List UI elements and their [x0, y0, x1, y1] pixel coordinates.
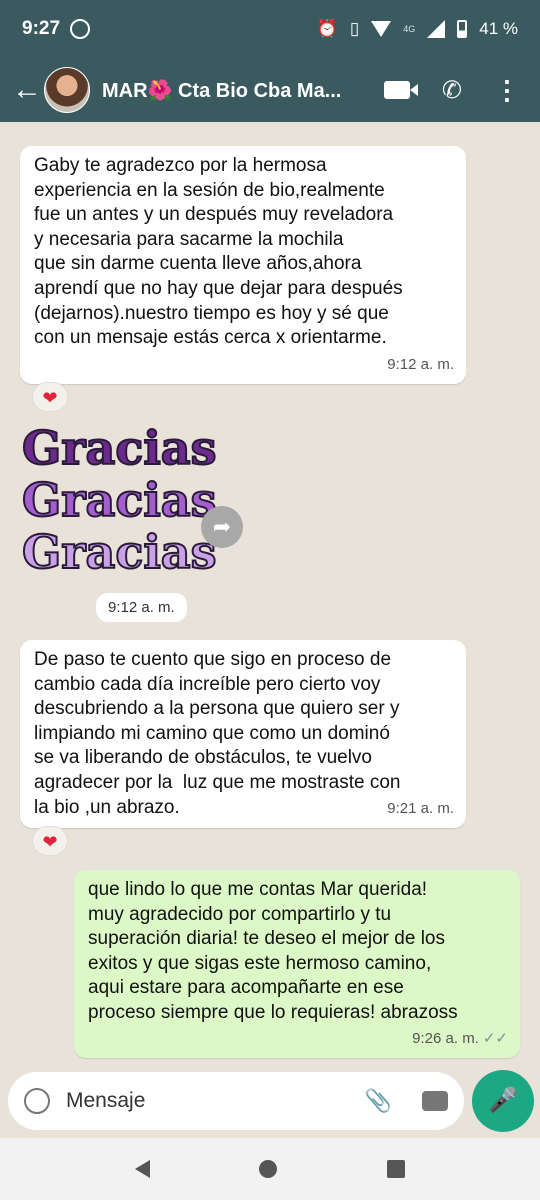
forward-icon[interactable]: ➦: [201, 506, 243, 548]
more-vert-icon[interactable]: ⋮: [494, 75, 520, 106]
status-time: 9:27: [22, 18, 61, 39]
battery-level: 41 %: [479, 19, 518, 38]
composer: Mensaje 📎 🎤: [0, 1070, 540, 1138]
phone-icon[interactable]: ✆: [442, 76, 462, 105]
nav-back-icon[interactable]: [134, 1160, 150, 1178]
message-list[interactable]: Gaby te agradezco por la hermosa experie…: [0, 122, 540, 1070]
status-indicators: ⏰ ▯ 4G 41 %: [317, 19, 518, 39]
message-bubble[interactable]: De paso te cuento que sigo en proceso de…: [20, 640, 466, 828]
camera-icon[interactable]: [422, 1091, 448, 1111]
message-bubble[interactable]: que lindo lo que me contas Mar querida! …: [74, 870, 520, 1058]
message-time: 9:21 a. m.: [387, 800, 454, 818]
alarm-icon: ⏰: [316, 19, 338, 38]
message-time: 9:26 a. m.: [412, 1030, 479, 1048]
wifi-icon: [371, 21, 392, 37]
heart-reaction[interactable]: ❤: [32, 382, 68, 412]
signal-icon: [427, 20, 446, 38]
mic-icon[interactable]: 🎤: [472, 1070, 534, 1132]
system-nav-bar: [0, 1138, 540, 1200]
sticker-line: Gracias: [21, 525, 218, 579]
message-text: que lindo lo que me contas Mar querida! …: [88, 879, 458, 1023]
video-call-icon[interactable]: [383, 81, 418, 99]
message-bubble[interactable]: Gaby te agradezco por la hermosa experie…: [20, 146, 466, 384]
sticker-line: Gracias: [21, 421, 218, 475]
emoji-icon[interactable]: [24, 1088, 50, 1114]
chat-title[interactable]: MAR🌺 Cta Bio Cba Ma...: [102, 78, 372, 103]
read-ticks-icon: ✓✓: [482, 1030, 508, 1048]
message-text: De paso te cuento que sigo en proceso de…: [34, 649, 401, 818]
message-input[interactable]: Mensaje: [66, 1089, 145, 1113]
avatar[interactable]: [44, 67, 90, 113]
message-field[interactable]: Mensaje 📎: [8, 1072, 464, 1130]
vibrate-icon: ▯: [349, 19, 360, 38]
nav-home-icon[interactable]: [259, 1160, 278, 1178]
sticker-time: 9:12 a. m.: [96, 593, 187, 622]
back-arrow-icon[interactable]: ←: [12, 73, 42, 107]
nav-recents-icon[interactable]: [387, 1160, 406, 1178]
message-meta: 9:26 a. m. ✓✓: [412, 1027, 508, 1052]
paperclip-icon[interactable]: 📎: [365, 1088, 392, 1114]
gracias-sticker[interactable]: Gracias Gracias Gracias: [21, 421, 218, 592]
chat-header: ← MAR🌺 Cta Bio Cba Ma... ✆ ⋮: [0, 58, 540, 122]
network-type: 4G: [403, 24, 416, 34]
message-time: 9:12 a. m.: [387, 356, 454, 374]
message-text: Gaby te agradezco por la hermosa experie…: [34, 155, 403, 349]
heart-reaction[interactable]: ❤: [32, 826, 68, 856]
status-bar: 9:27 ⏰ ▯ 4G 41 %: [0, 0, 540, 58]
whatsapp-status-icon: [70, 19, 91, 39]
sticker-line: Gracias: [21, 473, 218, 527]
battery-icon: [457, 20, 468, 38]
